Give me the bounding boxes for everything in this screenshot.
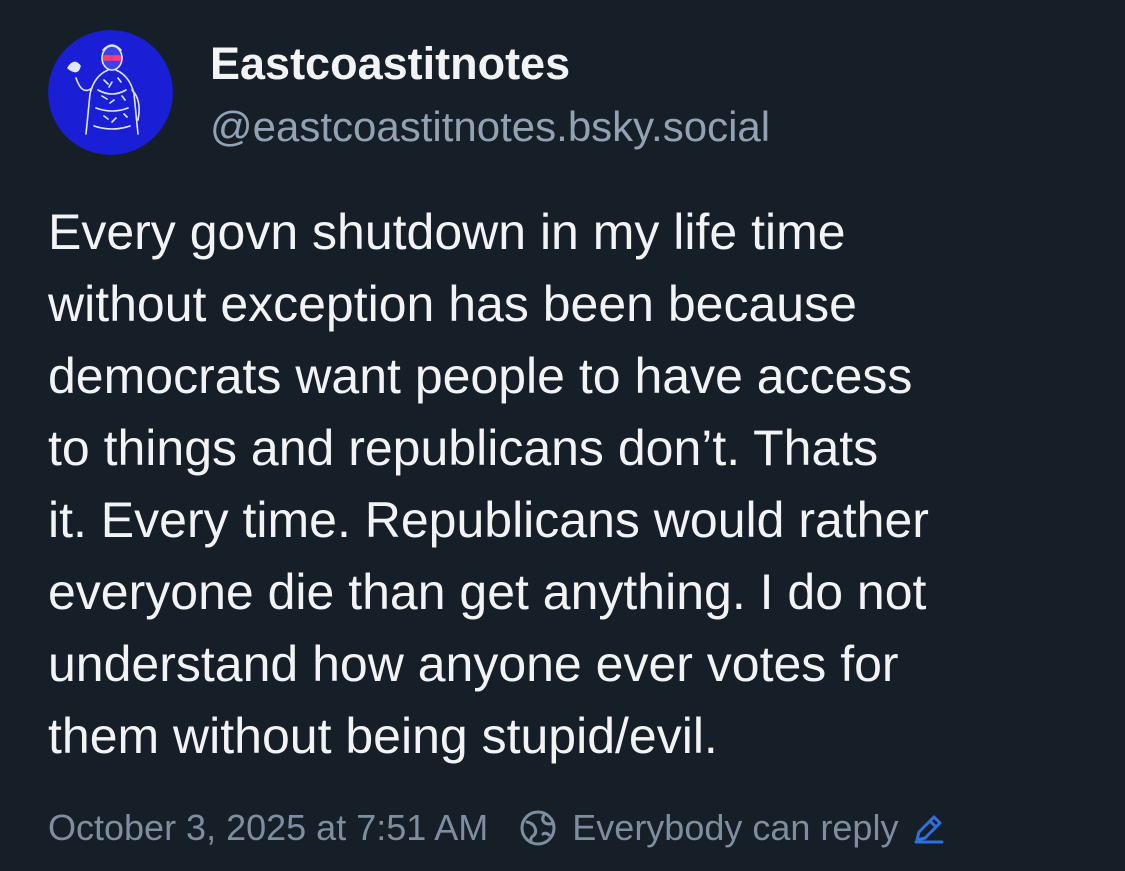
post-text-line: Every govn shutdown in my life time xyxy=(48,204,846,260)
post-text-line: to things and republicans don’t. Thats xyxy=(48,420,879,476)
author-handle[interactable]: @eastcoastitnotes.bsky.social xyxy=(210,99,770,155)
globe-icon xyxy=(518,808,558,848)
post-text-line: without exception has been because xyxy=(48,276,857,332)
post-meta: October 3, 2025 at 7:51 AM Everybody can… xyxy=(48,800,946,856)
author-display-name[interactable]: Eastcoastitnotes xyxy=(210,34,570,94)
post-text-line: them without being stupid/evil. xyxy=(48,708,718,764)
post-text-line: everyone die than get anything. I do not xyxy=(48,564,927,620)
reply-setting-button[interactable]: Everybody can reply xyxy=(518,807,946,849)
pencil-icon[interactable] xyxy=(912,811,946,845)
post-text-line: democrats want people to have access xyxy=(48,348,913,404)
avatar-icon xyxy=(48,30,173,155)
reply-setting-label: Everybody can reply xyxy=(572,807,899,848)
post-view: Eastcoastitnotes @eastcoastitnotes.bsky.… xyxy=(0,0,1125,871)
post-body: Every govn shutdown in my life time with… xyxy=(48,196,1098,772)
post-text-line: understand how anyone ever votes for xyxy=(48,636,899,692)
post-timestamp: October 3, 2025 at 7:51 AM xyxy=(48,807,489,848)
avatar[interactable] xyxy=(48,30,173,155)
post-text-line: it. Every time. Republicans would rather xyxy=(48,492,929,548)
